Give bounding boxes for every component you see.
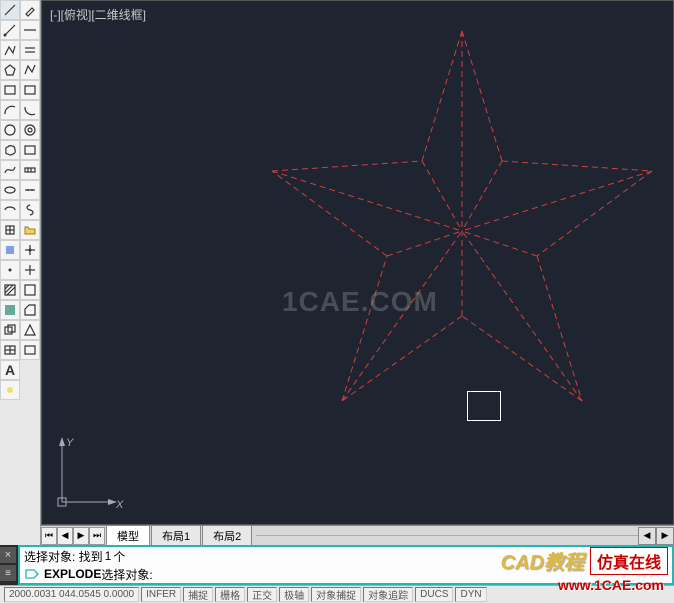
status-ducs[interactable]: DUCS bbox=[415, 587, 453, 602]
tool-revcloud[interactable] bbox=[0, 140, 20, 160]
tool-helix[interactable] bbox=[20, 200, 40, 220]
tool-folder[interactable] bbox=[20, 220, 40, 240]
command-prompt-icon bbox=[24, 567, 40, 581]
viewport-label: [-][俯视][二维线框] bbox=[50, 6, 146, 23]
tool-hatch[interactable] bbox=[0, 280, 20, 300]
status-otrack[interactable]: 对象追踪 bbox=[363, 587, 413, 602]
watermark-text: 1CAE.COM bbox=[282, 286, 438, 318]
watermark-overlay: CAD教程 仿真在线 bbox=[501, 546, 668, 575]
status-coords: 2000.0031 044.0545 0.0000 bbox=[4, 587, 139, 602]
tool-region[interactable] bbox=[20, 280, 40, 300]
tab-model[interactable]: 模型 bbox=[106, 525, 150, 546]
tool-text2[interactable] bbox=[20, 340, 40, 360]
tool-light[interactable] bbox=[0, 380, 20, 400]
command-prompt-text: 选择对象: bbox=[101, 566, 152, 583]
tab-layout1[interactable]: 布局1 bbox=[151, 525, 201, 546]
cmd-handle-icon: ≡ bbox=[0, 565, 16, 581]
tool-box[interactable] bbox=[20, 80, 40, 100]
status-grid[interactable]: 栅格 bbox=[215, 587, 245, 602]
tool-boundary[interactable] bbox=[20, 300, 40, 320]
tool-cross[interactable] bbox=[20, 260, 40, 280]
tool-ray[interactable] bbox=[0, 20, 20, 40]
status-ortho[interactable]: 正交 bbox=[247, 587, 277, 602]
tool-pline[interactable] bbox=[0, 40, 20, 60]
status-dyn[interactable]: DYN bbox=[455, 587, 486, 602]
tool-3dpoly[interactable] bbox=[20, 60, 40, 80]
tool-spline[interactable] bbox=[0, 160, 20, 180]
cmd-close-button[interactable]: × bbox=[0, 547, 16, 563]
tab-prev-button[interactable]: ◀ bbox=[57, 527, 73, 545]
status-infer[interactable]: INFER bbox=[141, 587, 181, 602]
url-watermark: www.1CAE.com bbox=[558, 577, 664, 593]
tool-ellarc[interactable] bbox=[0, 200, 20, 220]
tool-rect2[interactable] bbox=[20, 140, 40, 160]
tool-block[interactable] bbox=[0, 240, 20, 260]
tool-text[interactable]: A bbox=[0, 360, 20, 380]
star-drawing bbox=[242, 21, 674, 421]
hscroll-left[interactable]: ◀ bbox=[638, 527, 656, 545]
pick-cursor bbox=[467, 391, 501, 421]
tool-mline[interactable] bbox=[20, 40, 40, 60]
tab-first-button[interactable]: ⏮ bbox=[41, 527, 57, 545]
tool-insert[interactable] bbox=[0, 220, 20, 240]
tool-wipeout[interactable] bbox=[20, 320, 40, 340]
status-osnap[interactable]: 对象捕捉 bbox=[311, 587, 361, 602]
status-snap[interactable]: 捕捉 bbox=[183, 587, 213, 602]
tab-next-button[interactable]: ▶ bbox=[73, 527, 89, 545]
drawing-canvas[interactable]: [-][俯视][二维线框] bbox=[41, 0, 674, 525]
tool-arc2[interactable] bbox=[20, 100, 40, 120]
tab-layout2[interactable]: 布局2 bbox=[202, 525, 252, 546]
tool-arc[interactable] bbox=[0, 100, 20, 120]
tool-measure[interactable] bbox=[20, 160, 40, 180]
hscroll-right[interactable]: ▶ bbox=[656, 527, 674, 545]
tool-rectangle[interactable] bbox=[0, 80, 20, 100]
tool-brush[interactable] bbox=[20, 0, 40, 20]
tool-xline[interactable] bbox=[20, 20, 40, 40]
svg-text:Y: Y bbox=[66, 437, 74, 449]
tool-point-icon[interactable] bbox=[20, 240, 40, 260]
tool-point[interactable] bbox=[0, 260, 20, 280]
tool-region2[interactable] bbox=[0, 320, 20, 340]
tool-divide[interactable] bbox=[20, 180, 40, 200]
cad-logo-text: CAD教程 bbox=[501, 546, 584, 575]
draw-toolbar: A bbox=[0, 0, 41, 545]
tab-last-button[interactable]: ⏭ bbox=[89, 527, 105, 545]
layout-tabbar: ⏮ ◀ ▶ ⏭ 模型 布局1 布局2 ◀ ▶ bbox=[41, 525, 674, 545]
tool-polygon[interactable] bbox=[0, 60, 20, 80]
tool-donut[interactable] bbox=[20, 120, 40, 140]
ucs-icon: Y X bbox=[52, 432, 132, 512]
svg-text:X: X bbox=[115, 499, 124, 511]
command-name: EXPLODE bbox=[44, 567, 101, 581]
sim-badge-text: 仿真在线 bbox=[590, 547, 668, 575]
status-polar[interactable]: 极轴 bbox=[279, 587, 309, 602]
tool-line[interactable] bbox=[0, 0, 20, 20]
tool-gradient[interactable] bbox=[0, 300, 20, 320]
tool-table[interactable] bbox=[0, 340, 20, 360]
tool-ellipse[interactable] bbox=[0, 180, 20, 200]
tool-circle[interactable] bbox=[0, 120, 20, 140]
